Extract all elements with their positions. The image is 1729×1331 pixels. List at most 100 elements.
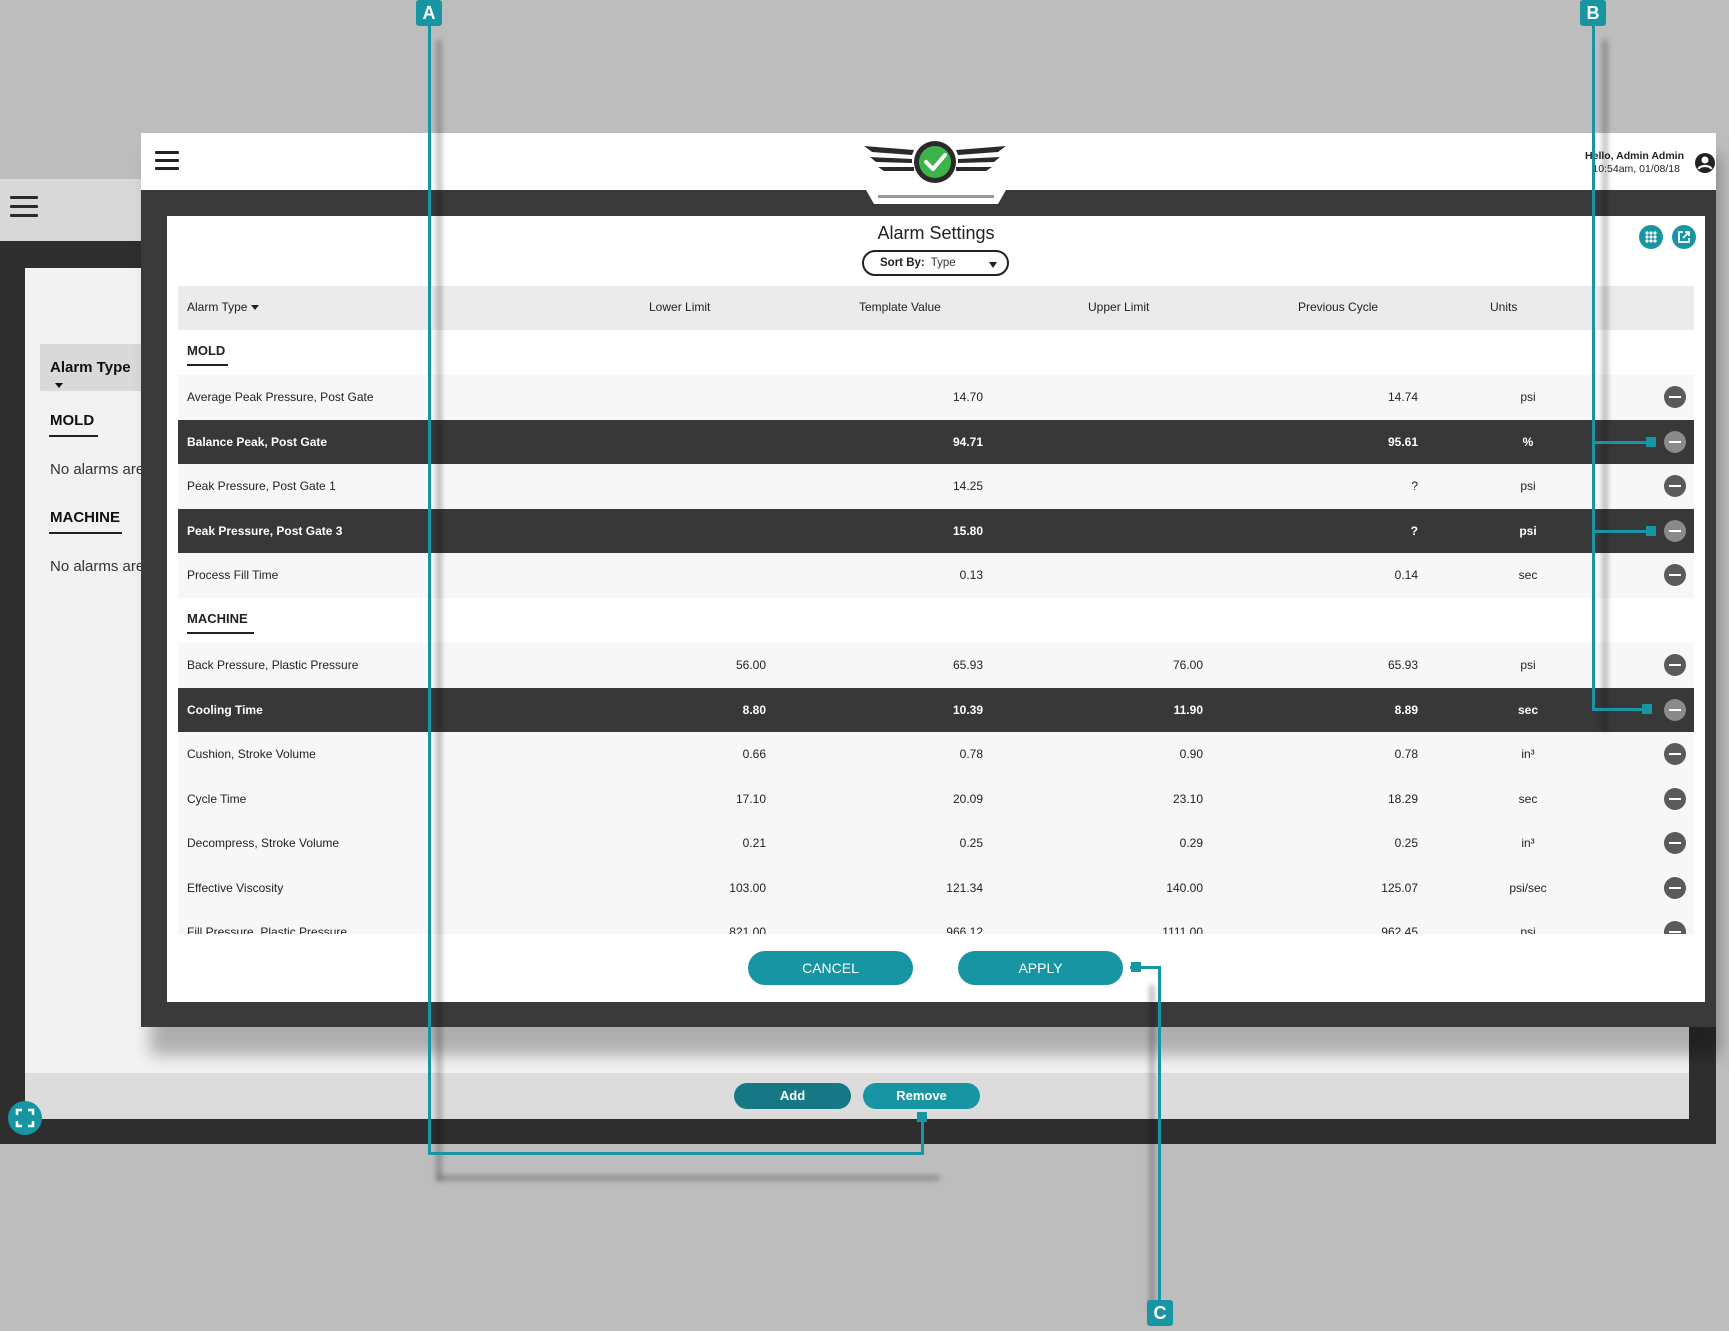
apply-button[interactable]: APPLY [958,951,1123,985]
cell-lower: 17.10 [735,792,766,806]
remove-button[interactable]: Remove [863,1083,980,1109]
alarm-row[interactable]: Back Pressure, Plastic Pressure 56.00 65.9… [178,643,1694,688]
cell-upper: 76.00 [1172,658,1203,672]
callout-shadow [437,40,441,1180]
alarm-table-header: Alarm Type Lower Limit Template Value Up… [178,286,1694,330]
background-section-mold: MOLD [50,412,95,429]
cell-previous: 0.78 [1394,747,1418,761]
callout-b-line [1592,530,1652,533]
alarm-row-selected[interactable]: Balance Peak, Post Gate 94.71 95.61% [178,420,1694,465]
remove-row-icon[interactable] [1664,788,1686,810]
cell-units: psi/sec [1509,881,1547,895]
cell-upper: 140.00 [1166,881,1203,895]
remove-row-icon[interactable] [1664,654,1686,676]
dialog-pull-tab[interactable] [866,190,1006,204]
cell-name: Peak Pressure, Post Gate 3 [187,524,343,538]
cell-name: Cycle Time [187,792,247,806]
cell-previous: ? [1411,479,1418,493]
sort-by-dropdown[interactable]: Sort By: Type [862,250,1009,276]
cell-template: 14.70 [952,390,983,404]
remove-row-icon[interactable] [1664,520,1686,542]
remove-row-icon[interactable] [1664,877,1686,899]
alarm-table-body: MOLD Average Peak Pressure, Post Gate 14.… [178,330,1694,934]
callout-b-line [1592,708,1647,711]
cell-template: 0.13 [959,568,983,582]
alarm-row[interactable]: Fill Pressure, Plastic Pressure 821.00 966… [178,910,1694,934]
remove-row-icon[interactable] [1664,386,1686,408]
callout-b-anchor [1642,704,1652,714]
cell-template: 10.39 [952,703,983,717]
alarm-row[interactable]: Cycle Time 17.10 20.09 23.10 18.29 sec [178,777,1694,822]
cell-lower: 56.00 [735,658,766,672]
column-label: Alarm Type [187,300,248,314]
callout-badge-b: B [1580,0,1606,26]
background-alarm-type-header[interactable]: Alarm Type [40,344,141,391]
callout-a-line [428,20,431,1155]
cancel-button[interactable]: CANCEL [748,951,913,985]
remove-row-icon[interactable] [1664,832,1686,854]
cell-units: psi [1520,658,1536,672]
cell-template: 0.25 [959,836,983,850]
callout-badge-c: C [1147,1300,1173,1326]
background-section-underline [49,435,98,437]
background-menu-icon[interactable] [10,196,38,220]
remove-row-icon[interactable] [1664,743,1686,765]
section-heading-mold: MOLD [187,343,226,358]
alarm-row[interactable]: Decompress, Stroke Volume 0.21 0.25 0.29 0.2… [178,821,1694,866]
alarm-row[interactable]: Cushion, Stroke Volume 0.66 0.78 0.90 0.78 in… [178,732,1694,777]
sort-caret-icon [251,305,260,311]
cell-upper: 11.90 [1173,703,1203,717]
alarm-row[interactable]: Peak Pressure, Post Gate 1 14.25? psi [178,464,1694,509]
cell-previous: 65.93 [1387,658,1418,672]
callout-a-line [428,1152,924,1155]
grid-view-button[interactable] [1639,225,1663,249]
alarm-row[interactable]: Effective Viscosity 103.00 121.34 140.00 125… [178,866,1694,911]
cell-previous: 125.07 [1381,881,1418,895]
logo-icon [864,141,1006,183]
cell-units: in³ [1521,836,1535,850]
grid-icon [1645,231,1657,243]
alarm-row[interactable]: Average Peak Pressure, Post Gate 14.70 14.… [178,375,1694,420]
callout-shadow [1150,985,1154,1315]
cell-template: 966.12 [946,925,983,934]
column-header-units: Units [1490,300,1518,314]
background-empty-note: No alarms are [50,558,145,575]
sort-by-label: Sort By: [880,257,925,269]
cell-name: Cushion, Stroke Volume [187,747,316,761]
export-button[interactable] [1672,225,1696,249]
cell-template: 0.78 [959,747,983,761]
user-account-icon[interactable] [1694,152,1716,174]
column-header-upper-limit: Upper Limit [1088,300,1150,314]
cell-name: Balance Peak, Post Gate [187,435,328,449]
column-header-lower-limit: Lower Limit [649,300,711,314]
column-header-template-value: Template Value [859,300,941,314]
callout-shadow [1603,40,1607,730]
background-section-underline [49,532,122,534]
remove-row-icon[interactable] [1664,921,1686,934]
remove-row-icon[interactable] [1664,431,1686,453]
alarm-row[interactable]: Process Fill Time 0.13 0.14 sec [178,553,1694,598]
cell-name: Fill Pressure, Plastic Pressure [187,925,348,934]
cell-template: 94.71 [952,435,983,449]
remove-row-icon[interactable] [1664,699,1686,721]
remove-row-icon[interactable] [1664,475,1686,497]
callout-shadow [437,1176,939,1180]
caret-down-icon [55,382,63,388]
cell-upper: 0.90 [1179,747,1203,761]
cell-previous: 962.45 [1381,925,1418,934]
add-button[interactable]: Add [734,1083,851,1109]
column-header-alarm-type[interactable]: Alarm Type [187,300,260,314]
menu-icon[interactable] [155,151,179,173]
cell-upper: 23.10 [1172,792,1203,806]
alarm-row-selected[interactable]: Peak Pressure, Post Gate 3 15.80? psi [178,509,1694,554]
cell-previous: 18.29 [1387,792,1418,806]
cell-name: Back Pressure, Plastic Pressure [187,658,359,672]
expand-icon[interactable] [8,1101,42,1135]
alarm-row-selected[interactable]: Cooling Time 8.80 10.39 11.90 8.89 sec [178,688,1694,733]
cell-units: sec [1518,568,1538,582]
cell-units: psi [1520,390,1536,404]
dialog-title: Alarm Settings [877,223,995,243]
cell-previous: 0.25 [1394,836,1418,850]
remove-row-icon[interactable] [1664,564,1686,586]
cell-lower: 821.00 [729,925,766,934]
